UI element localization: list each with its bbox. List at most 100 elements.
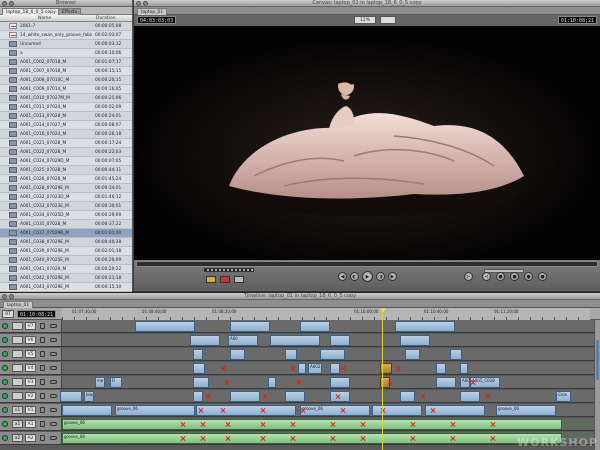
browser-item[interactable]: A001_C021_07028_M 00:00:17;24 [0, 139, 132, 148]
mark-out-icon[interactable]: ⊲ [482, 272, 491, 281]
timeline-clip[interactable] [405, 349, 420, 360]
video-frame[interactable] [134, 26, 600, 260]
browser-list[interactable]: 2061-7 00:00:05;08 14_white_swan_only_groo… [0, 22, 132, 301]
lock-icon[interactable] [40, 435, 45, 441]
timeline-clip[interactable] [320, 349, 345, 360]
timeline-clip[interactable]: A002 [308, 363, 322, 374]
browser-item[interactable]: A001_C009_07014_M 00:00:16;05 [0, 85, 132, 94]
auto-select-icon[interactable] [50, 352, 57, 356]
insert-edit-icon[interactable]: ● [496, 272, 505, 281]
track-label[interactable]: A2 [25, 434, 36, 442]
current-timecode[interactable]: 01:10:08;21 [557, 16, 597, 24]
timeline-clip[interactable] [193, 391, 203, 402]
track-label[interactable]: V5 [25, 350, 36, 358]
browser-title-bar[interactable]: Browser [0, 0, 132, 7]
play-around-icon[interactable]: ◑ [376, 272, 385, 281]
go-to-previous-edit-icon[interactable]: ◀ [338, 272, 347, 281]
timeline-clip[interactable] [135, 321, 195, 332]
timeline-clip[interactable] [298, 363, 306, 374]
go-to-next-edit-icon[interactable]: ▶ [388, 272, 397, 281]
track-visibility-icon[interactable] [2, 379, 8, 385]
track-label[interactable]: V1 [25, 406, 36, 414]
timeline-clip[interactable] [190, 335, 220, 346]
browser-item[interactable]: A001_C014_07027_M 00:00:08;07 [0, 121, 132, 130]
track-v1[interactable]: v1 V1 groove_06 groove_06 groove_06 [0, 404, 600, 417]
track-v7[interactable]: V7 [0, 320, 600, 333]
shuttle-control[interactable] [204, 268, 254, 272]
timeline-clip[interactable] [230, 321, 270, 332]
track-a2[interactable]: a2 A2 groove_06 [0, 432, 600, 445]
source-patch[interactable] [12, 392, 23, 400]
add-marker-icon[interactable] [220, 276, 230, 283]
source-patch[interactable]: a1 [12, 420, 23, 428]
browser-item[interactable]: A001_C037_07029B_M 00:01:01;00 [0, 229, 132, 238]
timeline-clip[interactable] [62, 405, 112, 416]
browser-item[interactable]: A001_C042_07029E_M 00:00:21;18 [0, 274, 132, 283]
track-label[interactable]: V3 [25, 378, 36, 386]
track-visibility-icon[interactable] [2, 393, 8, 399]
replace-edit-icon[interactable]: ● [524, 272, 533, 281]
auto-select-icon[interactable] [50, 338, 57, 342]
timeline-clip[interactable] [230, 349, 245, 360]
track-visibility-icon[interactable] [2, 407, 8, 413]
timeline-clip[interactable]: groove_06 [300, 405, 370, 416]
timeline-clip[interactable] [450, 349, 462, 360]
play-in-to-out-icon[interactable]: ◐ [350, 272, 359, 281]
timeline-clip[interactable]: groove_06 [115, 405, 195, 416]
auto-select-icon[interactable] [50, 422, 57, 426]
browser-item[interactable]: Unnamed 00:00:03;12 [0, 40, 132, 49]
track-visibility-icon[interactable] [2, 435, 8, 441]
timeline-clip[interactable] [193, 363, 205, 374]
timeline-clip[interactable] [400, 391, 415, 402]
timeline-clip[interactable]: groove_06 [62, 419, 562, 430]
browser-item[interactable]: A001_C024_07029D_M 00:00:07;05 [0, 157, 132, 166]
tab-project[interactable]: laptop_18_6_0_5 copy [2, 8, 60, 15]
source-patch[interactable] [12, 378, 23, 386]
auto-select-icon[interactable] [50, 366, 57, 370]
mark-clip-icon[interactable] [206, 276, 216, 283]
lock-icon[interactable] [40, 421, 45, 427]
timeline-clip[interactable] [330, 363, 340, 374]
minimize-icon[interactable] [143, 1, 148, 6]
duration-timecode[interactable]: 04:03:03;03 [137, 16, 177, 24]
lock-icon[interactable] [40, 337, 45, 343]
auto-select-icon[interactable] [50, 380, 57, 384]
track-visibility-icon[interactable] [2, 365, 8, 371]
timeline-clip[interactable] [193, 377, 209, 388]
browser-item[interactable]: A001_C008_07010C_M 00:00:20;15 [0, 76, 132, 85]
lock-icon[interactable] [40, 379, 45, 385]
track-label[interactable]: V2 [25, 392, 36, 400]
track-a1[interactable]: a1 A1 groove_06 [0, 418, 600, 431]
tab-effects[interactable]: Effects [58, 8, 82, 15]
source-patch[interactable] [12, 364, 23, 372]
overwrite-edit-icon[interactable]: ● [510, 272, 519, 281]
tab-laptop-sequence[interactable]: laptop_01 [3, 301, 34, 308]
playhead[interactable] [380, 308, 386, 450]
browser-item[interactable]: A001_C040_07025E_M 00:00:20;09 [0, 256, 132, 265]
timeline-clip[interactable] [400, 335, 430, 346]
track-visibility-icon[interactable] [2, 421, 8, 427]
browser-item[interactable]: A001_C033_07023E_M 00:00:30;01 [0, 202, 132, 211]
timeline-clip[interactable]: groove_06 [62, 433, 562, 444]
browser-item[interactable]: A001_C022_07028_M 00:00:22;03 [0, 148, 132, 157]
source-patch[interactable] [12, 350, 23, 358]
canvas-title-bar[interactable]: Canvas: laptop_01 in laptop_18_6_0_5 cop… [134, 0, 600, 7]
lock-icon[interactable] [40, 351, 45, 357]
tab-laptop[interactable]: laptop_01 [137, 8, 168, 15]
browser-item[interactable]: A001_C002_07018_M 00:01:07;17 [0, 58, 132, 67]
close-icon[interactable] [2, 294, 7, 299]
timeline-clip[interactable]: A00 [228, 335, 258, 346]
rt-popup[interactable]: RT [2, 310, 14, 318]
timeline-clip[interactable] [285, 391, 305, 402]
close-icon[interactable] [2, 1, 7, 6]
browser-item[interactable]: A001_C016_07024_M 00:00:26;18 [0, 130, 132, 139]
lock-icon[interactable] [40, 393, 45, 399]
lock-icon[interactable] [40, 323, 45, 329]
timeline-clip[interactable] [395, 321, 455, 332]
source-patch[interactable]: a2 [12, 434, 23, 442]
play-icon[interactable]: ▶ [362, 271, 373, 282]
timeline-clip[interactable] [270, 335, 320, 346]
timeline-clip[interactable] [196, 405, 296, 416]
timeline-clip[interactable] [460, 391, 480, 402]
browser-item[interactable]: A001_C043_07029E_M 00:00:15;10 [0, 283, 132, 292]
